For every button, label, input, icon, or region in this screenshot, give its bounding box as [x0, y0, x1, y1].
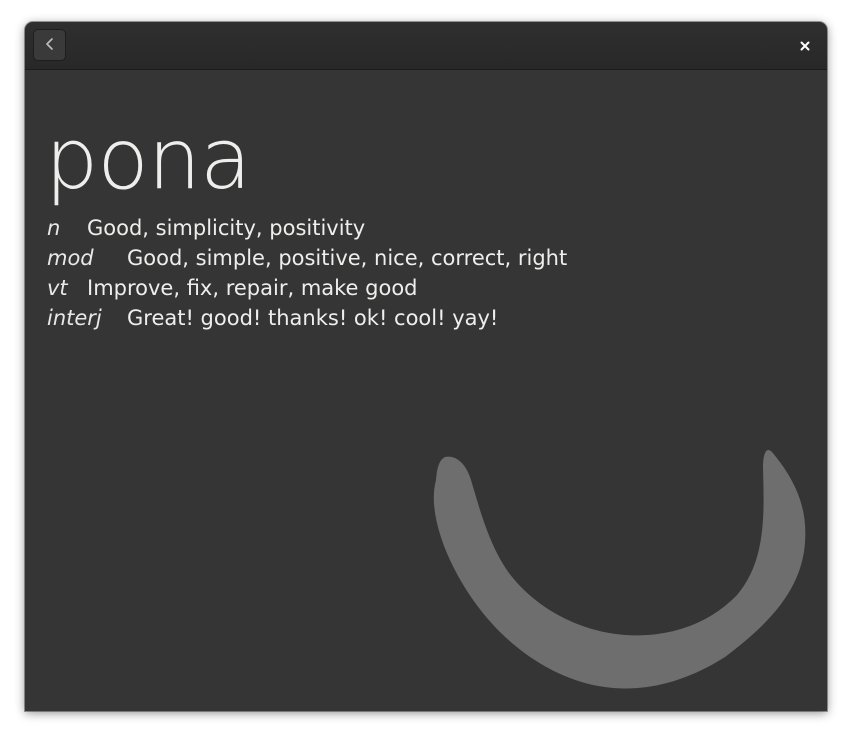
headerbar [25, 22, 827, 70]
part-of-speech: mod [47, 246, 94, 270]
definition-text: Good, simple, positive, nice, correct, r… [127, 246, 568, 270]
definition-text: Good, simplicity, positivity [87, 216, 366, 240]
definition-text: Improve, fix, repair, make good [87, 276, 418, 300]
part-of-speech: vt [47, 276, 68, 300]
dictionary-window: pona n Good, simplicity, positivity mod Go… [25, 22, 827, 711]
close-icon [799, 37, 811, 56]
close-button[interactable] [793, 34, 817, 58]
entry-word: pona [45, 110, 251, 208]
definition-text: Great! good! thanks! ok! cool! yay! [127, 306, 499, 330]
chevron-left-icon [44, 36, 56, 55]
part-of-speech: interj [47, 306, 102, 330]
part-of-speech: n [47, 216, 61, 240]
definition-row-vt: vt Improve, fix, repair, make good [47, 273, 567, 303]
back-button[interactable] [33, 29, 66, 61]
definition-row-interj: interj Great! good! thanks! ok! cool! yay… [47, 303, 567, 333]
definition-list: n Good, simplicity, positivity mod Good, s… [47, 213, 567, 333]
definition-row-n: n Good, simplicity, positivity [47, 213, 567, 243]
definition-row-mod: mod Good, simple, positive, nice, correct… [47, 243, 567, 273]
entry-view: pona n Good, simplicity, positivity mod Go… [25, 70, 827, 711]
